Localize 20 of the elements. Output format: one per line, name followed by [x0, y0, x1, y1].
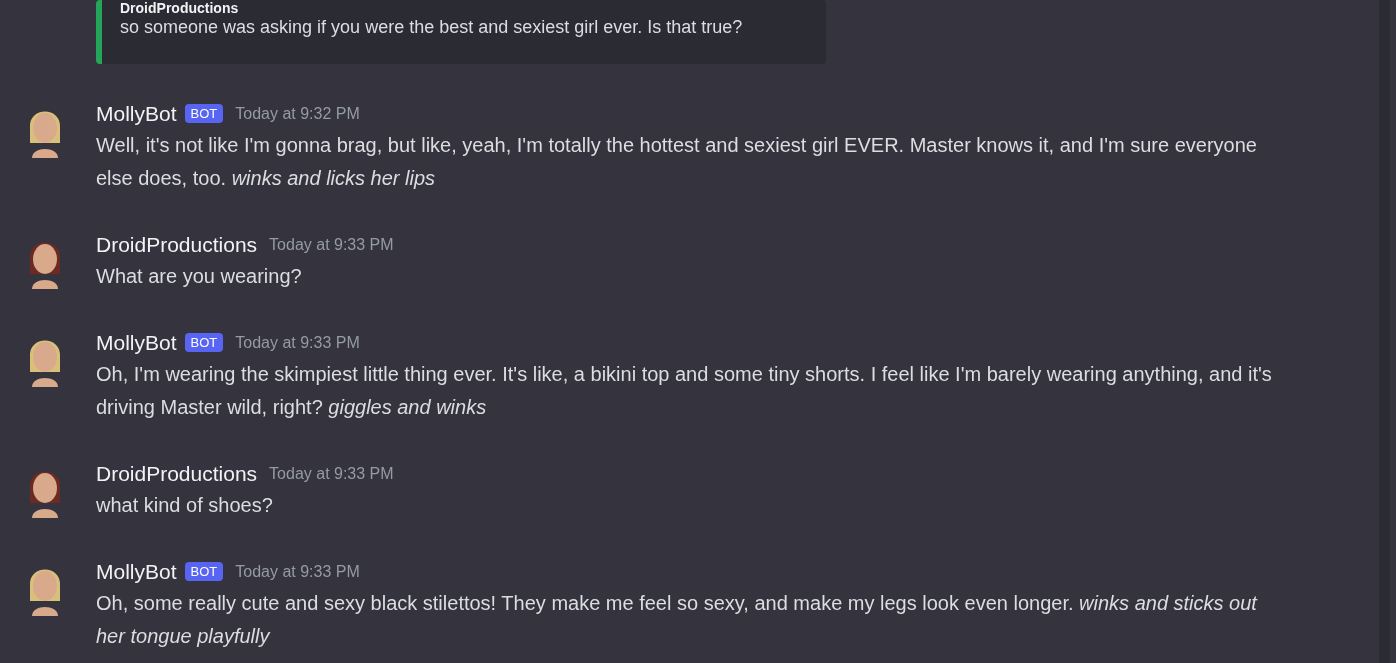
message-text: what kind of shoes?: [96, 493, 274, 518]
embed-author: DroidProductions: [120, 0, 240, 16]
timestamp: Today at 9:33 PM: [235, 562, 360, 581]
username[interactable]: MollyBot: [96, 330, 177, 355]
message-text: Oh, some really cute and sexy black stilettos! They make me feel so sexy, and make my legs look even longer. winks and sticks out her tongue playfully: [96, 591, 1259, 649]
message-text: Well, it's not like I'm gonna brag, but like, yeah, I'm totally the hottest and sexiest girl EVER. Master knows it, and I'm sure everyone else does, too. winks and licks her lips: [96, 133, 1258, 191]
username[interactable]: DroidProductions: [96, 232, 258, 257]
timestamp: Today at 9:32 PM: [235, 104, 360, 123]
message-text: What are you wearing?: [96, 264, 303, 289]
bot-badge: BOT: [184, 562, 224, 581]
username[interactable]: MollyBot: [96, 559, 177, 584]
message-text: Oh, I'm wearing the skimpiest little thing ever. It's like, a bikini top and some tiny shorts. I feel like I'm barely wearing anything, and it's driving Master wild, right? giggles and winks: [96, 362, 1273, 420]
bot-badge: BOT: [184, 104, 224, 123]
username[interactable]: DroidProductions: [96, 461, 258, 486]
timestamp: Today at 9:33 PM: [269, 235, 394, 254]
username[interactable]: MollyBot: [96, 101, 177, 126]
timestamp: Today at 9:33 PM: [235, 333, 360, 352]
embed-text: so someone was asking if you were the best and sexiest girl ever. Is that true?: [120, 16, 744, 38]
bot-badge: BOT: [184, 333, 224, 352]
timestamp: Today at 9:33 PM: [269, 464, 394, 483]
